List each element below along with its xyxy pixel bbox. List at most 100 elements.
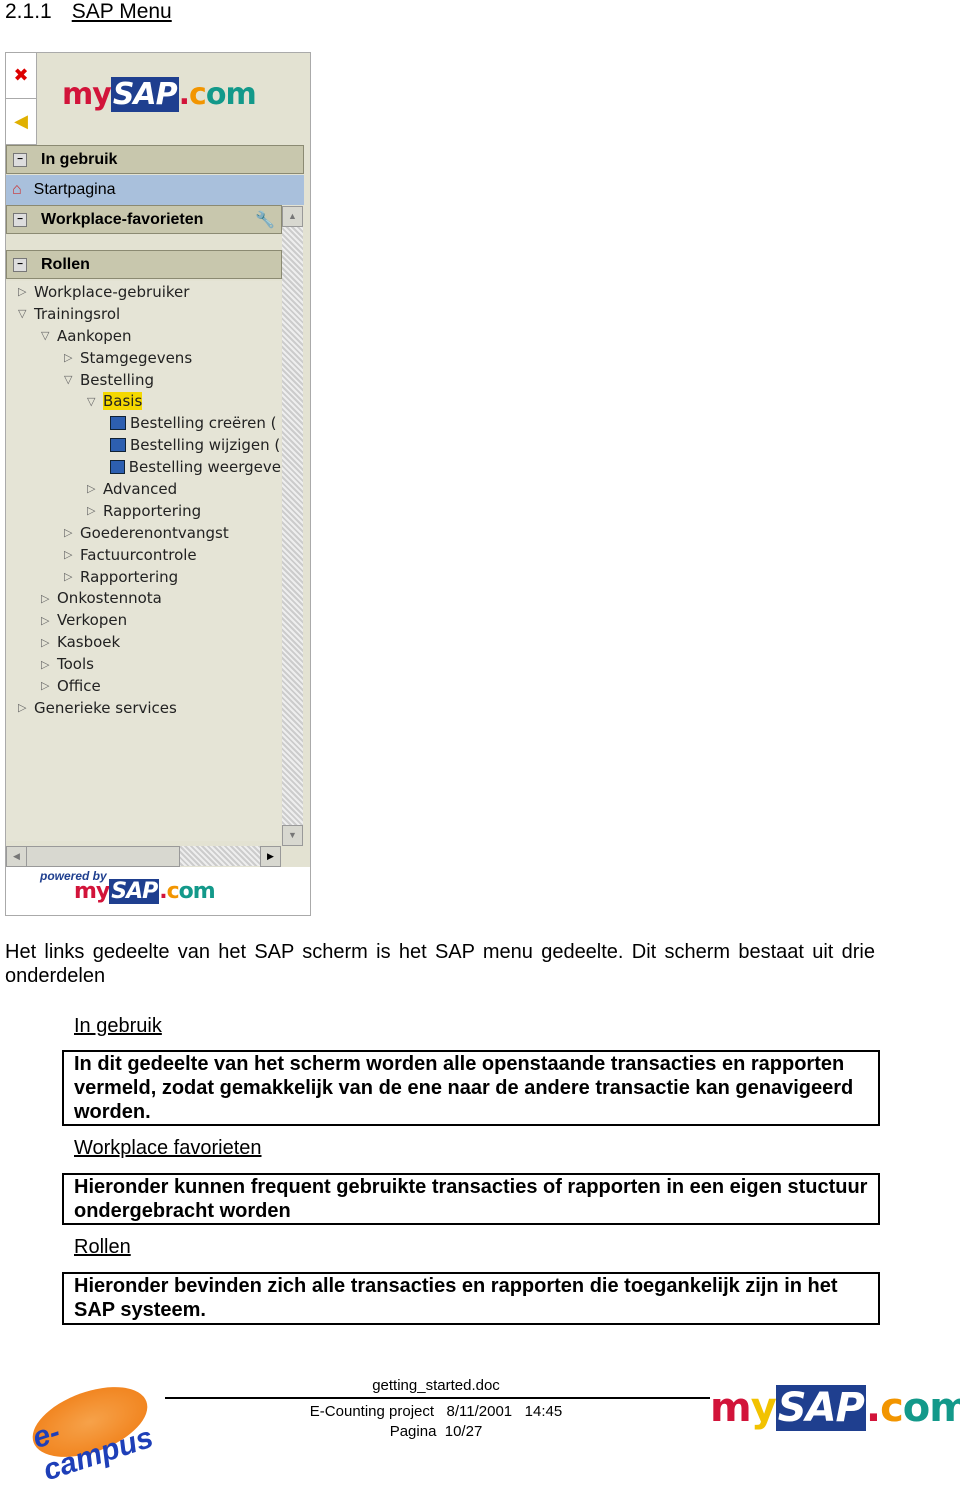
section-rollen[interactable]: − Rollen xyxy=(6,250,282,279)
tree-item-label: Basis xyxy=(103,392,143,411)
tree-item-label: Rapportering xyxy=(80,567,179,586)
collapsed-triangle-icon[interactable]: ▷ xyxy=(41,658,53,671)
tree-item-label: Advanced xyxy=(103,479,178,498)
horizontal-scrollbar[interactable]: ◀ ▶ xyxy=(6,846,281,867)
collapsed-triangle-icon[interactable]: ▷ xyxy=(64,526,76,539)
sap-menu-screenshot: ✖ ◀ mySAP.com − In gebruik ⌂ Startpagina −… xyxy=(5,52,311,916)
transaction-icon[interactable] xyxy=(110,438,126,453)
mysap-small-logo: mySAP.com xyxy=(74,879,216,904)
collapsed-triangle-icon[interactable]: ▷ xyxy=(64,548,76,561)
collapsed-triangle-icon[interactable]: ▷ xyxy=(41,636,53,649)
tree-item-label: Kasboek xyxy=(57,633,121,652)
tree-item[interactable]: ▷ Generieke services xyxy=(6,697,281,719)
scroll-left-button[interactable]: ◀ xyxy=(6,846,27,867)
tree-item-label: Bestelling wijzigen ( xyxy=(130,436,281,455)
collapsed-triangle-icon[interactable]: ▷ xyxy=(87,482,99,495)
collapsed-triangle-icon[interactable]: ▷ xyxy=(87,504,99,517)
expanded-triangle-icon[interactable]: ▽ xyxy=(64,373,76,386)
section-label: Workplace-favorieten xyxy=(41,210,204,228)
tree-item[interactable]: ▽ Basis xyxy=(6,390,281,412)
icon-column: ✖ ◀ xyxy=(6,53,37,145)
collapsed-triangle-icon[interactable]: ▷ xyxy=(41,614,53,627)
part-title-workplace-favorieten: Workplace favorieten xyxy=(74,1137,262,1159)
tree-item[interactable]: ▷ Stamgegevens xyxy=(6,347,281,369)
collapse-icon[interactable]: − xyxy=(13,212,27,227)
intro-paragraph: Het links gedeelte van het SAP scherm is… xyxy=(5,941,875,987)
heading-number: 2.1.1 xyxy=(5,0,52,23)
tree-item-label: Bestelling weergeve xyxy=(128,458,281,477)
expanded-triangle-icon[interactable]: ▽ xyxy=(87,395,99,408)
section-label: In gebruik xyxy=(41,150,118,168)
collapsed-triangle-icon[interactable]: ▷ xyxy=(64,570,76,583)
part-box-workplace-favorieten: Hieronder kunnen frequent gebruikte tran… xyxy=(62,1173,880,1225)
part-title-in-gebruik: In gebruik xyxy=(74,1015,162,1037)
tree-item[interactable]: ▷ Advanced xyxy=(6,478,281,500)
back-arrow-icon[interactable]: ◀ xyxy=(6,99,36,145)
footer-filename: getting_started.doc xyxy=(372,1377,500,1394)
tree-item[interactable]: ▽ Trainingsrol xyxy=(6,303,281,325)
e-campus-logo: e-campus xyxy=(23,1373,165,1487)
collapse-icon[interactable]: − xyxy=(13,257,27,272)
tree-item[interactable]: ▽ Aankopen xyxy=(6,325,281,347)
tree-item-label: Workplace-gebruiker xyxy=(34,282,190,301)
tree-item-label: Verkopen xyxy=(57,611,128,630)
tree-item-label: Office xyxy=(57,676,101,695)
tree-item[interactable]: ▽ Bestelling xyxy=(6,369,281,391)
tree-item[interactable]: ▷ Office xyxy=(6,675,281,697)
tree-item[interactable]: Bestelling wijzigen ( xyxy=(6,434,281,456)
tree-item-label: Tools xyxy=(57,655,94,674)
tree-item-label: Rapportering xyxy=(103,501,202,520)
collapsed-triangle-icon[interactable]: ▷ xyxy=(41,679,53,692)
tree-item-label: Trainingsrol xyxy=(34,304,121,323)
home-icon: ⌂ xyxy=(12,181,22,198)
tree-item-label: Stamgegevens xyxy=(80,348,193,367)
tree-item[interactable]: ▷ Rapportering xyxy=(6,566,281,588)
tree-item[interactable]: ▷ Kasboek xyxy=(6,631,281,653)
section-in-gebruik[interactable]: − In gebruik xyxy=(6,145,304,174)
collapsed-triangle-icon[interactable]: ▷ xyxy=(18,701,30,714)
scroll-right-button[interactable]: ▶ xyxy=(260,846,281,867)
tree-item[interactable]: Bestelling weergeve xyxy=(6,456,281,478)
item-label: Startpagina xyxy=(33,181,116,198)
heading-title: SAP Menu xyxy=(71,0,172,23)
collapsed-triangle-icon[interactable]: ▷ xyxy=(64,351,76,364)
roles-tree: ▷ Workplace-gebruiker ▽ Trainingsrol ▽ Aankop… xyxy=(6,281,281,841)
footer-rule xyxy=(165,1397,710,1399)
scroll-down-button[interactable]: ▼ xyxy=(282,825,303,846)
close-window-icon[interactable]: ✖ xyxy=(6,53,36,99)
mysap-logo: mySAP.com xyxy=(62,77,257,112)
collapsed-triangle-icon[interactable]: ▷ xyxy=(41,592,53,605)
scroll-thumb[interactable] xyxy=(26,846,180,867)
expanded-triangle-icon[interactable]: ▽ xyxy=(18,307,30,320)
tree-item-label: Aankopen xyxy=(57,326,132,345)
section-label: Rollen xyxy=(41,255,90,273)
tree-item[interactable]: Bestelling creëren ( xyxy=(6,412,281,434)
tree-item[interactable]: ▷ Factuurcontrole xyxy=(6,544,281,566)
collapse-icon[interactable]: − xyxy=(13,152,27,167)
scroll-up-button[interactable]: ▲ xyxy=(282,206,303,227)
footer-project: E-Counting project 8/11/2001 14:45 xyxy=(309,1403,563,1420)
footer-page: Pagina 10/27 xyxy=(389,1423,483,1440)
vertical-scrollbar[interactable]: ▲ ▼ xyxy=(282,206,303,846)
expanded-triangle-icon[interactable]: ▽ xyxy=(41,329,53,342)
tree-item[interactable]: ▷ Onkostennota xyxy=(6,587,281,609)
tree-item[interactable]: ▷ Tools xyxy=(6,653,281,675)
startpagina-item[interactable]: ⌂ Startpagina xyxy=(6,175,304,205)
tree-item-label: Goederenontvangst xyxy=(80,523,229,542)
collapsed-triangle-icon[interactable]: ▷ xyxy=(18,285,30,298)
tree-item[interactable]: ▷ Goederenontvangst xyxy=(6,522,281,544)
tree-item[interactable]: ▷ Rapportering xyxy=(6,500,281,522)
transaction-icon[interactable] xyxy=(110,416,126,431)
wrench-icon[interactable]: 🔧 xyxy=(255,210,275,230)
tree-item-label: Generieke services xyxy=(34,698,177,717)
section-heading: 2.1.1 SAP Menu xyxy=(5,0,172,24)
tree-item-label: Onkostennota xyxy=(57,589,162,608)
tree-item[interactable]: ▷ Workplace-gebruiker xyxy=(6,281,281,303)
tree-item[interactable]: ▷ Verkopen xyxy=(6,609,281,631)
part-box-rollen: Hieronder bevinden zich alle transacties… xyxy=(62,1272,880,1325)
mysap-footer-logo: mySAP.com® xyxy=(710,1385,960,1431)
section-workplace-favorieten[interactable]: − Workplace-favorieten 🔧 xyxy=(6,205,282,234)
part-title-rollen: Rollen xyxy=(74,1236,131,1258)
transaction-icon[interactable] xyxy=(110,460,125,475)
powered-by-logo: powered by mySAP.com xyxy=(6,867,310,915)
